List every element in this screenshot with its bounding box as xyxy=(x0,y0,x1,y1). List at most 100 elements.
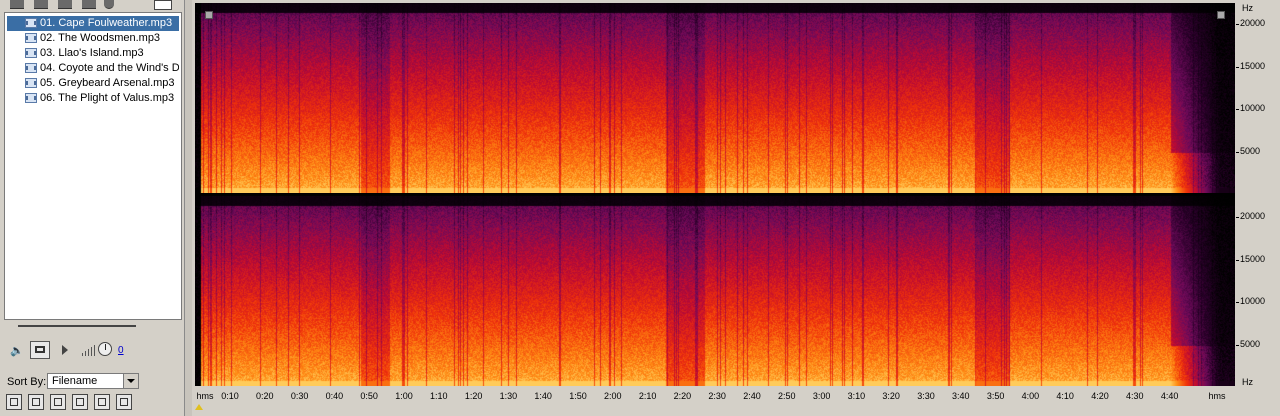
audio-file-icon xyxy=(25,33,37,43)
file-name: 02. The Woodsmen.mp3 xyxy=(40,32,161,44)
loop-button[interactable] xyxy=(30,341,50,359)
file-list-item[interactable]: 03. Llao's Island.mp3 xyxy=(7,46,179,61)
spectral-view[interactable] xyxy=(195,3,1235,386)
file-name: 01. Cape Foulweather.mp3 xyxy=(40,17,173,29)
time-tick-label: 0:30 xyxy=(290,391,309,401)
freq-tick xyxy=(1236,260,1239,261)
music-note-icon[interactable] xyxy=(72,394,88,410)
file-bottom-toolbar xyxy=(6,394,182,412)
zoom-corner-right-icon[interactable] xyxy=(1217,11,1225,19)
time-unit-label: hms xyxy=(196,391,214,401)
freq-tick xyxy=(1236,67,1239,68)
time-tick-label: 4:40 xyxy=(1160,391,1179,401)
time-tick-label: 1:20 xyxy=(464,391,483,401)
freq-tick-label: 15000 xyxy=(1240,254,1266,264)
time-tick-label: 0:50 xyxy=(360,391,378,401)
freq-tick-label: 20000 xyxy=(1240,211,1266,221)
volume-knob[interactable] xyxy=(98,342,112,356)
freq-unit-label-bottom: Hz xyxy=(1242,377,1253,387)
time-tick-label: 2:20 xyxy=(673,391,692,401)
time-tick-label: 4:00 xyxy=(1021,391,1040,401)
volume-value[interactable]: 0 xyxy=(118,345,124,356)
open-file-icon[interactable] xyxy=(10,0,24,9)
help-icon[interactable] xyxy=(104,0,114,9)
freq-tick xyxy=(1236,24,1239,25)
file-panel: 01. Cape Foulweather.mp3 02. The Woodsmen… xyxy=(0,0,184,416)
time-tick-label: 2:50 xyxy=(778,391,796,401)
time-tick-label: 3:10 xyxy=(847,391,866,401)
audio-file-icon xyxy=(25,48,37,58)
time-tick-label: 0:10 xyxy=(221,391,239,401)
file-name: 04. Coyote and the Wind's Daugh xyxy=(40,62,179,74)
time-tick-label: 4:30 xyxy=(1126,391,1144,401)
insert-multitrack-icon[interactable] xyxy=(6,394,22,410)
freq-tick xyxy=(1236,302,1239,303)
properties-icon[interactable] xyxy=(82,0,96,9)
file-list-scrollbar[interactable] xyxy=(18,325,136,327)
cut-icon[interactable] xyxy=(34,0,48,9)
time-tick-label: 3:20 xyxy=(882,391,900,401)
spectrogram-left-channel[interactable] xyxy=(195,3,1235,193)
time-tick-label: 1:30 xyxy=(499,391,518,401)
time-tick-label: 2:00 xyxy=(604,391,622,401)
time-tick-label: 3:00 xyxy=(812,391,831,401)
file-name: 05. Greybeard Arsenal.mp3 xyxy=(40,77,175,89)
sort-row: Sort By: Filename xyxy=(0,372,184,390)
time-unit-label-end: hms xyxy=(1208,391,1226,401)
time-tick-label: 3:40 xyxy=(952,391,970,401)
spectrogram-canvas xyxy=(195,3,1235,193)
freq-tick-label: 5000 xyxy=(1240,146,1261,156)
time-tick-label: 4:10 xyxy=(1056,391,1074,401)
file-list-item[interactable]: 02. The Woodsmen.mp3 xyxy=(7,31,179,46)
freq-tick-label: 20000 xyxy=(1240,18,1266,28)
freq-tick xyxy=(1236,217,1239,218)
filter-icon[interactable] xyxy=(94,394,110,410)
panel-divider[interactable] xyxy=(184,0,192,416)
freq-tick-label: 10000 xyxy=(1240,296,1266,306)
time-ruler[interactable]: hms 0:10 0:20 0:30 0:40 0:50 1:00 1:10 1:20 1:30 1… xyxy=(195,388,1235,416)
audio-file-icon xyxy=(25,78,37,88)
frequency-axis: Hz 20000 15000 10000 5000 20000 15000 10000 5000… xyxy=(1236,0,1280,390)
time-tick-label: 0:40 xyxy=(325,391,344,401)
freq-tick-label: 5000 xyxy=(1240,339,1261,349)
edit-icon[interactable] xyxy=(50,394,66,410)
file-list-item[interactable]: 04. Coyote and the Wind's Daugh xyxy=(7,61,179,76)
file-toolbar xyxy=(4,0,180,10)
file-list-item[interactable]: 05. Greybeard Arsenal.mp3 xyxy=(7,76,179,91)
insert-icon[interactable] xyxy=(58,0,72,9)
sort-dropdown[interactable]: Filename xyxy=(47,373,139,389)
panel-options-icon[interactable] xyxy=(154,0,172,10)
transport-controls: 🔈 0 xyxy=(4,338,180,362)
play-icon[interactable] xyxy=(62,345,68,355)
freq-tick-label: 10000 xyxy=(1240,103,1266,113)
time-tick-label: 0:20 xyxy=(256,391,274,401)
time-tick-label: 3:30 xyxy=(917,391,935,401)
audio-file-icon xyxy=(25,93,37,103)
chevron-down-icon[interactable] xyxy=(123,374,138,388)
time-tick-label: 1:40 xyxy=(534,391,552,401)
time-tick-label: 4:20 xyxy=(1091,391,1109,401)
time-tick-label: 1:00 xyxy=(395,391,413,401)
time-tick-label: 1:10 xyxy=(430,391,448,401)
freq-tick xyxy=(1236,345,1239,346)
playhead-marker[interactable] xyxy=(195,404,203,410)
video-icon[interactable] xyxy=(116,394,132,410)
time-tick-label: 2:30 xyxy=(708,391,726,401)
freq-tick xyxy=(1236,109,1239,110)
audio-file-icon xyxy=(25,63,37,73)
file-list-item[interactable]: 06. The Plight of Valus.mp3 xyxy=(7,91,179,106)
time-tick-label: 3:50 xyxy=(986,391,1005,401)
freq-tick xyxy=(1236,152,1239,153)
freq-unit-label-top: Hz xyxy=(1242,3,1253,13)
sort-value: Filename xyxy=(52,375,98,387)
freq-tick-label: 15000 xyxy=(1240,61,1266,71)
spectrogram-canvas xyxy=(195,196,1235,386)
file-list-item[interactable]: 01. Cape Foulweather.mp3 xyxy=(7,16,179,31)
autoplay-speaker-icon[interactable]: 🔈 xyxy=(10,344,24,357)
file-list: 01. Cape Foulweather.mp3 02. The Woodsmen… xyxy=(4,12,182,320)
spectrogram-right-channel[interactable] xyxy=(195,196,1235,386)
file-name: 06. The Plight of Valus.mp3 xyxy=(40,92,175,104)
zoom-corner-left-icon[interactable] xyxy=(205,11,213,19)
file-name: 03. Llao's Island.mp3 xyxy=(40,47,144,59)
refresh-icon[interactable] xyxy=(28,394,44,410)
